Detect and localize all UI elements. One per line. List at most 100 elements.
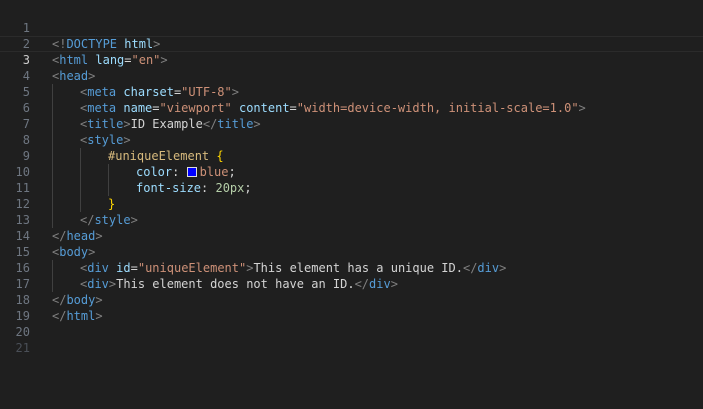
code-line-7[interactable]: 7 <meta name="viewport" content="width=d…	[0, 100, 703, 131]
token-string: "UTF-8"	[181, 85, 232, 99]
token-punct: </	[52, 229, 67, 243]
token-punct: >	[88, 69, 96, 83]
code-line-12[interactable]: 12 font-size: 20px;	[0, 180, 703, 211]
indent-guide	[52, 84, 53, 100]
token-punct: ;	[244, 181, 252, 195]
code-line-19[interactable]: 19 </body>	[0, 292, 703, 323]
code-content: color: blue;	[136, 164, 236, 180]
code-content: <!DOCTYPE html>	[52, 36, 160, 52]
code-line-1[interactable]: 1	[0, 4, 703, 35]
token-attr: id	[108, 261, 131, 275]
token-punct: </	[354, 277, 370, 291]
line-number: 21	[15, 341, 30, 355]
code-content: <body>	[52, 244, 95, 260]
token-text: ID Example	[130, 117, 203, 131]
token-tag: title	[87, 117, 124, 131]
indent-guide	[80, 180, 81, 196]
token-punct: >	[578, 101, 586, 115]
indent-guide	[52, 100, 53, 116]
token-punct: >	[95, 309, 103, 323]
token-tag: body	[59, 245, 89, 259]
code-line-14[interactable]: 14 </style>	[0, 212, 703, 243]
token-tag: body	[66, 293, 96, 307]
code-line-13[interactable]: 13 }	[0, 196, 703, 227]
code-content: }	[108, 196, 115, 212]
code-line-18[interactable]: 18 <div>This element does not have an ID…	[0, 276, 703, 307]
indent-guide	[80, 148, 81, 164]
token-string: "en"	[131, 53, 161, 67]
token-punct: >	[88, 245, 96, 259]
token-brace: }	[108, 197, 116, 211]
indent-guide	[52, 132, 53, 148]
indent-guide	[52, 116, 53, 132]
code-content: <div id="uniqueElement">This element has…	[80, 260, 506, 276]
token-punct: :	[201, 181, 216, 195]
token-punct: <!	[52, 37, 67, 51]
code-line-9[interactable]: 9 <style>	[0, 132, 703, 163]
indent-guide	[52, 180, 53, 196]
token-tag: head	[66, 229, 96, 243]
code-content: <head>	[52, 68, 95, 84]
code-line-6[interactable]: 6 <meta charset="UTF-8">	[0, 84, 703, 115]
token-property: color	[136, 165, 173, 179]
token-selector: #uniqueElement	[108, 149, 210, 163]
token-punct: >	[231, 85, 239, 99]
code-content: <meta name="viewport" content="width=dev…	[80, 100, 586, 116]
code-line-2[interactable]: 2	[0, 20, 703, 51]
token-punct: >	[123, 117, 131, 131]
code-line-17[interactable]: 17 <div id="uniqueElement">This element …	[0, 260, 703, 291]
indent-guide	[108, 180, 109, 196]
token-tag: div	[87, 277, 109, 291]
code-line-3[interactable]: 3 <!DOCTYPE html>	[0, 36, 703, 67]
code-line-8[interactable]: 8 <title>ID Example</title>	[0, 116, 703, 147]
indent-guide	[108, 164, 109, 180]
token-punct: =	[130, 261, 138, 275]
code-line-10[interactable]: 10 #uniqueElement {	[0, 148, 703, 179]
code-line-20[interactable]: 20 </html>	[0, 308, 703, 339]
code-editor[interactable]: 1 2 3 <!DOCTYPE html> 4 <html lang="en">…	[0, 0, 703, 409]
code-line-11[interactable]: 11 color: blue;	[0, 164, 703, 195]
token-tag: style	[87, 133, 124, 147]
indent-guide	[52, 260, 53, 276]
token-number: 20px	[215, 181, 245, 195]
token-string: "uniqueElement"	[137, 261, 247, 275]
code-content: </body>	[52, 292, 103, 308]
code-line-15[interactable]: 15 </head>	[0, 228, 703, 259]
token-string: "viewport"	[159, 101, 232, 115]
code-line-4[interactable]: 4 <html lang="en">	[0, 52, 703, 83]
token-punct: </	[52, 309, 67, 323]
token-punct: >	[390, 277, 398, 291]
token-punct: =	[124, 53, 132, 67]
token-doctype: DOCTYPE	[66, 37, 118, 51]
code-line-16[interactable]: 16 <body>	[0, 244, 703, 275]
code-content: <meta charset="UTF-8">	[80, 84, 239, 100]
token-attr: content	[231, 101, 290, 115]
token-punct: :	[172, 165, 187, 179]
token-punct: >	[153, 37, 161, 51]
token-punct: >	[123, 133, 131, 147]
code-content: </style>	[80, 212, 138, 228]
token-punct: =	[152, 101, 160, 115]
token-tag: div	[87, 261, 109, 275]
indent-guide	[52, 276, 53, 292]
token-brace: {	[209, 149, 224, 163]
token-tag: meta	[87, 101, 117, 115]
indent-guide	[52, 212, 53, 228]
token-punct: >	[160, 53, 168, 67]
color-swatch-icon[interactable]	[186, 167, 197, 177]
token-tag: meta	[87, 85, 117, 99]
token-punct: </	[202, 117, 218, 131]
token-tag: title	[217, 117, 254, 131]
token-tag: html	[66, 309, 96, 323]
token-value: blue	[199, 165, 229, 179]
indent-guide	[52, 148, 53, 164]
token-punct: ;	[228, 165, 236, 179]
code-line-21[interactable]: 21	[0, 324, 703, 355]
token-attr: charset	[116, 85, 174, 99]
token-attr: html	[117, 37, 154, 51]
token-punct: >	[499, 261, 507, 275]
indent-guide	[52, 196, 53, 212]
token-text: This element does not have an ID.	[116, 277, 355, 291]
token-property: font-size	[136, 181, 202, 195]
code-line-5[interactable]: 5 <head>	[0, 68, 703, 99]
